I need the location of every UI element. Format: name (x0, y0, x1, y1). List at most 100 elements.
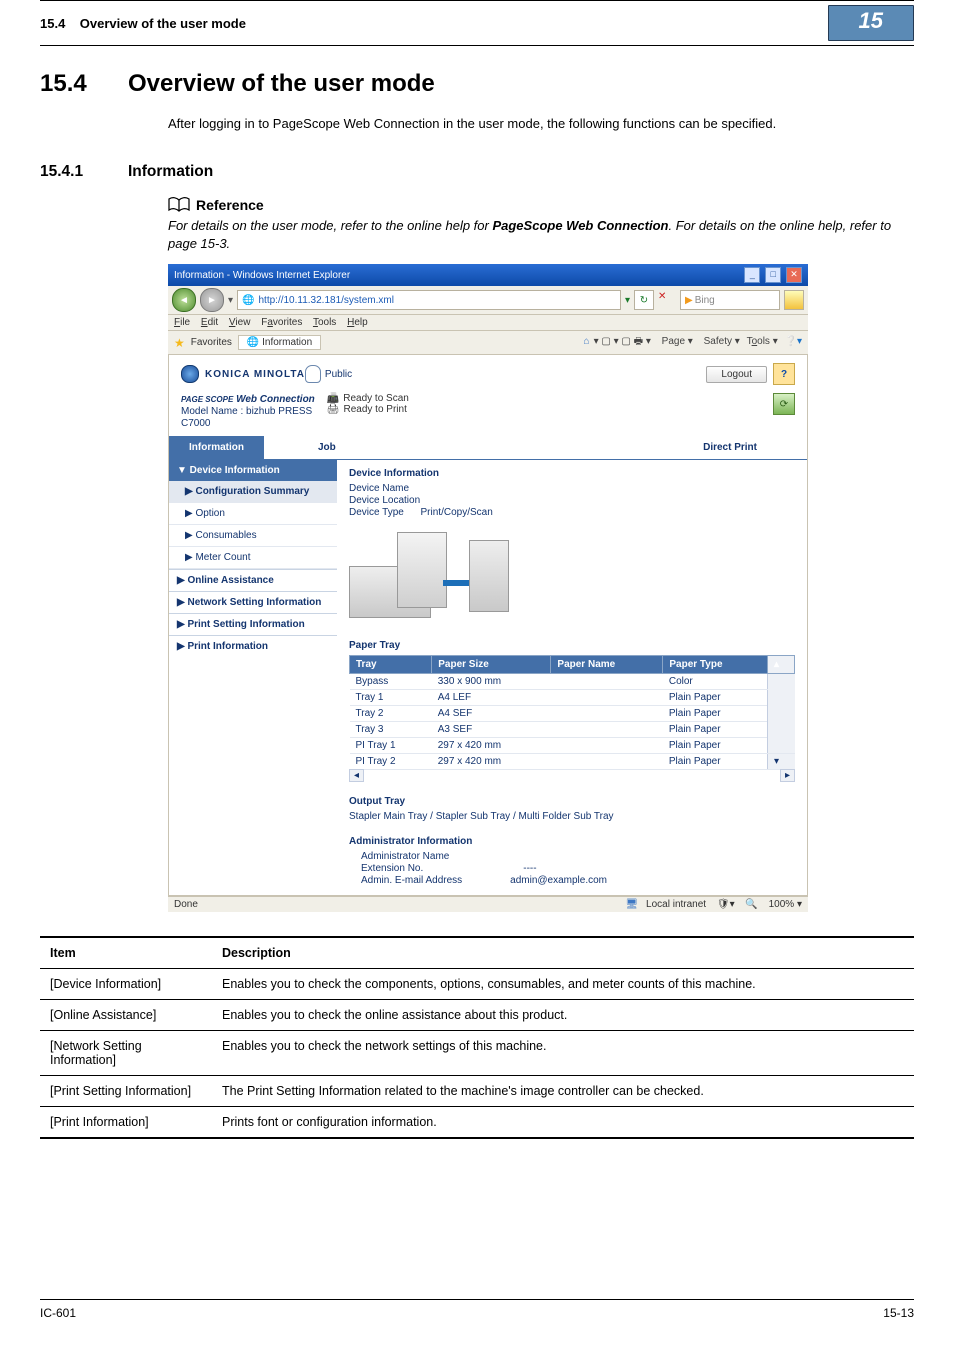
table-row: [Device Information]Enables you to check… (40, 969, 914, 1000)
sidebar-item-print-setting[interactable]: ▶ Print Setting Information (169, 613, 337, 635)
sidebar: ▼ Device Information ▶ Configuration Sum… (169, 460, 337, 895)
sidebar-item-online-assistance[interactable]: ▶ Online Assistance (169, 569, 337, 591)
hscroll-left-icon[interactable]: ◂ (349, 769, 364, 782)
admin-mail: Admin. E-mail Addressadmin@example.com (349, 875, 795, 886)
sidebar-group-device-info[interactable]: ▼ Device Information (169, 460, 337, 481)
browser-tab[interactable]: 🌐 Information (238, 335, 321, 350)
col-paper-name: Paper Name (551, 656, 663, 674)
page-title-num: 15.4 (40, 70, 128, 98)
sidebar-item-network-setting[interactable]: ▶ Network Setting Information (169, 591, 337, 613)
screenshot: Information - Windows Internet Explorer … (168, 264, 808, 912)
brand: KONICA MINOLTA (181, 365, 305, 383)
address-bar[interactable]: 🌐http://10.11.32.181/system.xml (237, 290, 621, 310)
search-box[interactable]: ▶Bing (680, 290, 780, 310)
menu-favorites[interactable]: Favorites (261, 317, 302, 328)
table-row: Tray 2A4 SEFPlain Paper (350, 706, 795, 722)
dropdown-icon[interactable]: ▾ (228, 295, 233, 306)
cmd-safety[interactable]: Safety ▾ (700, 336, 740, 347)
paper-tray-title: Paper Tray (349, 640, 795, 651)
zoom-icon[interactable]: 🔍 100% ▾ (745, 899, 802, 910)
table-row: [Online Assistance]Enables you to check … (40, 1000, 914, 1031)
col-paper-type: Paper Type (663, 656, 768, 674)
user-icon (305, 365, 321, 383)
running-head-num: 15.4 (40, 16, 65, 31)
user-label: Public (325, 369, 352, 380)
tab-job[interactable]: Job (298, 436, 356, 459)
model-name-2: C7000 (181, 418, 315, 429)
footer-right: 15-13 (883, 1306, 914, 1320)
sidebar-item-consumables[interactable]: ▶ Consumables (169, 525, 337, 547)
th-item: Item (40, 937, 212, 969)
printer-icon: 🖨 (327, 404, 340, 415)
admin-ext: Extension No.---- (349, 863, 795, 874)
refresh-page-button[interactable]: ⟳ (773, 393, 795, 415)
sidebar-item-print-information[interactable]: ▶ Print Information (169, 635, 337, 657)
tab-icon: 🌐 (247, 337, 259, 348)
page-title-text: Overview of the user mode (128, 70, 435, 97)
admin-title: Administrator Information (349, 836, 795, 847)
th-desc: Description (212, 937, 914, 969)
sidebar-item-meter-count[interactable]: ▶ Meter Count (169, 547, 337, 569)
forward-button[interactable]: ► (200, 288, 224, 312)
reference-text-pre: For details on the user mode, refer to t… (168, 218, 492, 233)
favorites-star-icon[interactable]: ★ (174, 336, 185, 350)
brand-logo (181, 365, 199, 383)
table-row: PI Tray 1297 x 420 mmPlain Paper (350, 738, 795, 754)
description-table: Item Description [Device Information]Ena… (40, 936, 914, 1139)
table-row: Tray 1A4 LEFPlain Paper (350, 690, 795, 706)
window-controls: _ □ ✕ (742, 267, 802, 283)
ready-scan: Ready to Scan (343, 393, 409, 404)
cmd-tools[interactable]: Tools ▾ (747, 336, 778, 347)
output-tray-title: Output Tray (349, 796, 795, 807)
device-illustration (349, 526, 509, 626)
kv-device-name: Device Name (349, 483, 795, 494)
table-row: Bypass330 x 900 mmColor (350, 674, 795, 690)
close-button[interactable]: ✕ (786, 267, 802, 283)
user-indicator: Public (305, 365, 352, 383)
home-icon[interactable]: ⌂ (584, 336, 590, 347)
bing-icon: ▶ (685, 295, 693, 306)
panel-title: Device Information (349, 468, 795, 479)
maximize-button[interactable]: □ (765, 267, 781, 283)
search-engine: Bing (695, 295, 715, 306)
paper-tray-table: Tray Paper Size Paper Name Paper Type ▴ … (349, 655, 795, 770)
status-zone: Local intranet (646, 899, 706, 910)
model-block: PAGE SCOPE Web Connection Model Name : b… (181, 393, 315, 430)
tab-label: Information (262, 337, 312, 348)
scroll-down-icon[interactable]: ▾ (768, 754, 795, 770)
scroll-up-icon[interactable]: ▴ (768, 656, 795, 674)
favorites-label: Favorites (191, 337, 232, 348)
tab-direct-print[interactable]: Direct Print (683, 436, 777, 459)
back-button[interactable]: ◄ (172, 288, 196, 312)
hscroll-right-icon[interactable]: ▸ (780, 769, 795, 782)
subsection-num: 15.4.1 (40, 163, 128, 181)
refresh-dropdown-icon[interactable]: ▾ (625, 295, 630, 306)
help-button[interactable]: ? (773, 363, 795, 385)
logout-button[interactable]: Logout (706, 366, 767, 383)
cmd-page[interactable]: Page ▾ (658, 336, 693, 347)
admin-name: Administrator Name (349, 851, 795, 862)
sidebar-item-config-summary[interactable]: ▶ Configuration Summary (169, 481, 337, 503)
kv-device-type: Device Type Print/Copy/Scan (349, 507, 795, 518)
search-button[interactable] (784, 290, 804, 310)
menu-view[interactable]: View (229, 317, 251, 328)
webconnection-label: Web Connection (236, 394, 315, 405)
tab-information[interactable]: Information (169, 436, 264, 459)
menu-edit[interactable]: Edit (201, 317, 218, 328)
menu-tools[interactable]: Tools (313, 317, 336, 328)
status-done: Done (174, 899, 198, 910)
reference-text: For details on the user mode, refer to t… (168, 217, 914, 252)
table-row: [Network Setting Information]Enables you… (40, 1031, 914, 1076)
cmd-help-icon[interactable]: ❔▾ (785, 336, 802, 347)
minimize-button[interactable]: _ (744, 267, 760, 283)
running-head-title: Overview of the user mode (80, 16, 246, 31)
table-row: [Print Information]Prints font or config… (40, 1107, 914, 1139)
stop-button[interactable]: ✕ (658, 291, 676, 309)
page-title: 15.4Overview of the user mode (40, 70, 914, 98)
sidebar-item-option[interactable]: ▶ Option (169, 503, 337, 525)
refresh-button[interactable]: ↻ (634, 290, 654, 310)
menu-file[interactable]: File (174, 317, 190, 328)
menu-help[interactable]: Help (347, 317, 368, 328)
command-bar: ⌂▾ ▢ ▾ ▢ 🖶 ▾ Page ▾ Safety ▾ Tools ▾ ❔▾ (580, 334, 802, 351)
page-icon: 🌐 (242, 295, 254, 306)
